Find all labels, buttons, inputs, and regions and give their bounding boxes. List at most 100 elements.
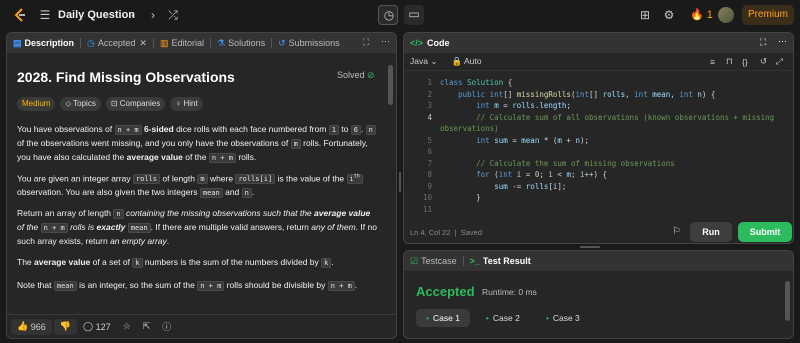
text: numbers is the sum of the numbers divide… [142, 257, 322, 267]
submit-button[interactable]: Submit [738, 222, 792, 242]
premium-button[interactable]: Premium [742, 5, 794, 25]
problem-list-icon[interactable]: ☰ [38, 8, 52, 22]
scrollbar-thumb[interactable] [388, 65, 393, 105]
tab-submissions[interactable]: ↺ Submissions [272, 33, 346, 53]
text: Note that [17, 280, 54, 290]
text: of the observations went missing, and yo… [17, 138, 291, 148]
thumbs-up-icon: 👍 [17, 321, 29, 331]
code-line[interactable]: // Calculate the sum of missing observat… [440, 158, 780, 170]
text: observation. You are also given the two … [17, 187, 200, 198]
text: . [331, 257, 334, 267]
description-paragraph-1: You have observations of n + m 6-sided d… [17, 123, 379, 165]
description-paragraph-3: Return an array of length n containing t… [17, 207, 379, 248]
code-line[interactable]: class Solution { [440, 77, 780, 89]
share-button[interactable]: ⇱ [137, 315, 157, 339]
tab-test-result[interactable]: >_ Test Result [464, 251, 537, 271]
daily-question-title[interactable]: Daily Question [58, 9, 135, 21]
result-scrollbar[interactable] [785, 281, 790, 321]
language-select[interactable]: Java ⌄ [410, 56, 437, 67]
bookmark-icon[interactable]: ⊓ [726, 56, 733, 67]
timer-button[interactable]: ◷ [378, 5, 398, 25]
tab-editorial[interactable]: ▥ Editorial [154, 33, 210, 53]
case-tab-1[interactable]: • Case 1 [416, 309, 470, 327]
shuffle-icon[interactable]: ⤮ [166, 8, 180, 22]
companies-chip[interactable]: ⊡ Companies [105, 97, 166, 111]
text: dice rolls with each face numbered from [173, 124, 329, 134]
like-button[interactable]: 👍 966 [11, 318, 52, 335]
fullscreen-icon[interactable]: ⤢ [776, 56, 783, 67]
chip-label: Companies [119, 99, 161, 108]
settings-gear-icon[interactable]: ⚙ [662, 8, 676, 22]
format-icon[interactable]: ≡ [710, 57, 715, 67]
text: average value [126, 152, 183, 162]
notes-button[interactable]: ▭ [404, 5, 424, 25]
code-line[interactable]: sum -= rolls[i]; [440, 181, 780, 193]
inline-code: 6 [350, 125, 361, 135]
next-problem-icon[interactable]: › [146, 8, 160, 22]
case-label: Case 3 [552, 313, 580, 323]
panel-resize-handle[interactable] [398, 172, 402, 192]
chip-label: Topics [73, 99, 96, 108]
description-scrollbar[interactable] [388, 55, 393, 315]
avatar[interactable] [718, 7, 734, 23]
layout-icon[interactable]: ⊞ [638, 8, 652, 22]
more-icon[interactable]: ⋯ [778, 36, 787, 47]
inline-code: ith [346, 174, 363, 185]
flask-icon: ⚗ [217, 37, 226, 48]
inline-code: n [113, 209, 124, 219]
panel-resize-handle[interactable] [580, 245, 600, 249]
expand-icon[interactable]: ⛶ [760, 37, 766, 48]
code-line[interactable]: for (int i = 0; i < m; i++) { [440, 169, 780, 181]
reset-icon[interactable]: ↺ [760, 56, 767, 67]
text: exactly [96, 222, 126, 232]
status-dot: • [426, 313, 429, 323]
tab-solutions[interactable]: ⚗ Solutions [211, 33, 271, 53]
more-icon[interactable]: ⋯ [381, 36, 390, 47]
description-footer: 👍 966 👎 ◯ 127 ☆ ⇱ ⓘ [7, 314, 396, 339]
favorite-button[interactable]: ☆ [117, 315, 137, 339]
comments-button[interactable]: ◯ 127 [77, 315, 117, 339]
case-tab-3[interactable]: • Case 3 [536, 309, 590, 327]
lightbulb-icon: ♀ [175, 99, 182, 108]
prev-problem-icon[interactable]: ‹ [126, 8, 140, 22]
autocomplete-toggle[interactable]: 🔒 Auto [451, 56, 481, 67]
text: to [338, 124, 351, 134]
streak-counter[interactable]: 🔥 1 [690, 8, 713, 21]
code-line[interactable]: int m = rolls.length; [440, 100, 780, 112]
code-line[interactable]: int sum = mean * (m + n); [440, 135, 780, 147]
tab-label: Solutions [228, 38, 266, 48]
close-icon[interactable]: ✕ [139, 38, 147, 49]
submissions-icon: ↺ [278, 37, 286, 48]
inline-code: rolls [132, 174, 161, 185]
lock-icon: ⊡ [110, 99, 118, 108]
debug-icon[interactable]: ⚐ [672, 226, 681, 237]
inline-code: n [365, 125, 376, 135]
tab-testcase[interactable]: ☑ Testcase [404, 251, 463, 271]
case-tab-2[interactable]: • Case 2 [476, 309, 530, 327]
star-icon: ☆ [122, 321, 131, 331]
code-editor[interactable]: 1 class Solution {2 public int[] missingR… [404, 73, 793, 223]
note-icon: ▭ [408, 7, 420, 21]
tab-description[interactable]: ▤ Description [7, 33, 80, 53]
hint-chip[interactable]: ♀ Hint [170, 97, 203, 111]
help-button[interactable]: ⓘ [156, 315, 177, 339]
problem-title[interactable]: 2028. Find Missing Observations [17, 69, 235, 85]
code-line[interactable]: public int[] missingRolls(int[] rolls, i… [440, 89, 780, 101]
topics-chip[interactable]: ⬦ Topics [60, 97, 101, 111]
expand-icon[interactable]: ⛶ [363, 37, 369, 48]
like-count: 966 [30, 321, 46, 332]
run-button[interactable]: Run [690, 222, 732, 242]
result-status: Accepted [416, 284, 475, 299]
text: average value [34, 257, 91, 267]
dislike-button[interactable]: 👎 [53, 318, 77, 335]
inline-code: 1 [328, 125, 339, 135]
leetcode-logo[interactable] [12, 7, 28, 23]
tab-label: Editorial [171, 38, 204, 48]
code-line[interactable]: // Calculate sum of all observations (kn… [440, 112, 780, 124]
braces-icon[interactable]: {} [742, 57, 748, 67]
tab-accepted[interactable]: ◷ Accepted ✕ [81, 33, 153, 53]
code-line[interactable]: } [440, 192, 780, 204]
terminal-icon: >_ [469, 256, 480, 266]
code-toolbar: Java ⌄ 🔒 Auto ≡ ⊓ {} ↺ ⤢ [404, 53, 793, 71]
code-line[interactable]: observations) [440, 123, 780, 135]
